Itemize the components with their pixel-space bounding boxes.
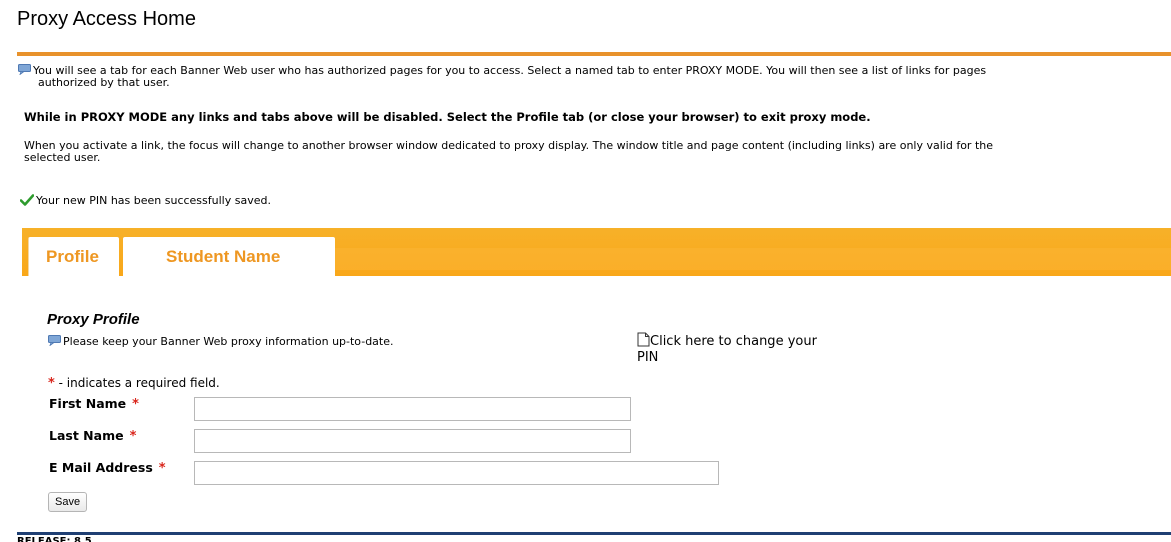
- focus-text-line1: When you activate a link, the focus will…: [24, 139, 994, 152]
- change-pin-link[interactable]: Click here to change your PIN: [637, 332, 877, 366]
- section-title: Proxy Profile: [47, 311, 140, 328]
- tab-bar: Profile Student Name: [22, 228, 1171, 276]
- last-name-field[interactable]: [194, 429, 631, 453]
- last-name-label: Last Name *: [49, 428, 136, 444]
- email-label: E Mail Address *: [49, 460, 166, 476]
- required-star: *: [48, 376, 55, 391]
- last-name-label-text: Last Name: [49, 428, 124, 443]
- page-title: Proxy Access Home: [17, 8, 196, 30]
- success-text: Your new PIN has been successfully saved…: [36, 194, 271, 207]
- focus-text-line2: selected user.: [24, 151, 101, 164]
- required-star: *: [129, 429, 137, 444]
- header-divider: [17, 52, 1171, 56]
- keep-info-text: Please keep your Banner Web proxy inform…: [63, 335, 394, 348]
- tab-student-name-label: Student Name: [166, 246, 281, 266]
- proxy-mode-warning: While in PROXY MODE any links and tabs a…: [24, 110, 871, 124]
- tab-student-name[interactable]: Student Name: [123, 237, 335, 276]
- speech-bubble-icon: [48, 335, 63, 348]
- change-pin-text-line2: PIN: [637, 350, 659, 365]
- required-star: *: [158, 461, 166, 476]
- checkmark-icon: [20, 194, 36, 207]
- focus-message: When you activate a link, the focus will…: [24, 140, 1161, 164]
- keep-info-note: Please keep your Banner Web proxy inform…: [48, 335, 394, 348]
- tab-profile[interactable]: Profile: [28, 237, 119, 276]
- tab-profile-label: Profile: [46, 246, 99, 266]
- save-button[interactable]: Save: [48, 492, 88, 512]
- release-label: RELEASE: 8.5: [17, 537, 92, 542]
- info-text-line2: authorized by that user.: [38, 76, 170, 89]
- footer-divider: [17, 532, 1171, 535]
- tab-bar-stripe: [335, 248, 1171, 270]
- required-field-note: * - indicates a required field.: [48, 376, 220, 391]
- change-pin-text-line1: Click here to change your: [650, 334, 817, 349]
- required-note-text: - indicates a required field.: [54, 376, 220, 390]
- required-star: *: [132, 397, 139, 412]
- success-message: Your new PIN has been successfully saved…: [20, 194, 271, 207]
- email-label-text: E Mail Address: [49, 460, 153, 475]
- info-message: You will see a tab for each Banner Web u…: [18, 64, 1161, 89]
- first-name-label-text: First Name: [49, 396, 127, 411]
- first-name-field[interactable]: [194, 397, 631, 421]
- email-field[interactable]: [194, 461, 719, 485]
- info-text-line1: You will see a tab for each Banner Web u…: [33, 64, 987, 77]
- first-name-label: First Name *: [49, 396, 139, 412]
- document-icon: [637, 332, 650, 349]
